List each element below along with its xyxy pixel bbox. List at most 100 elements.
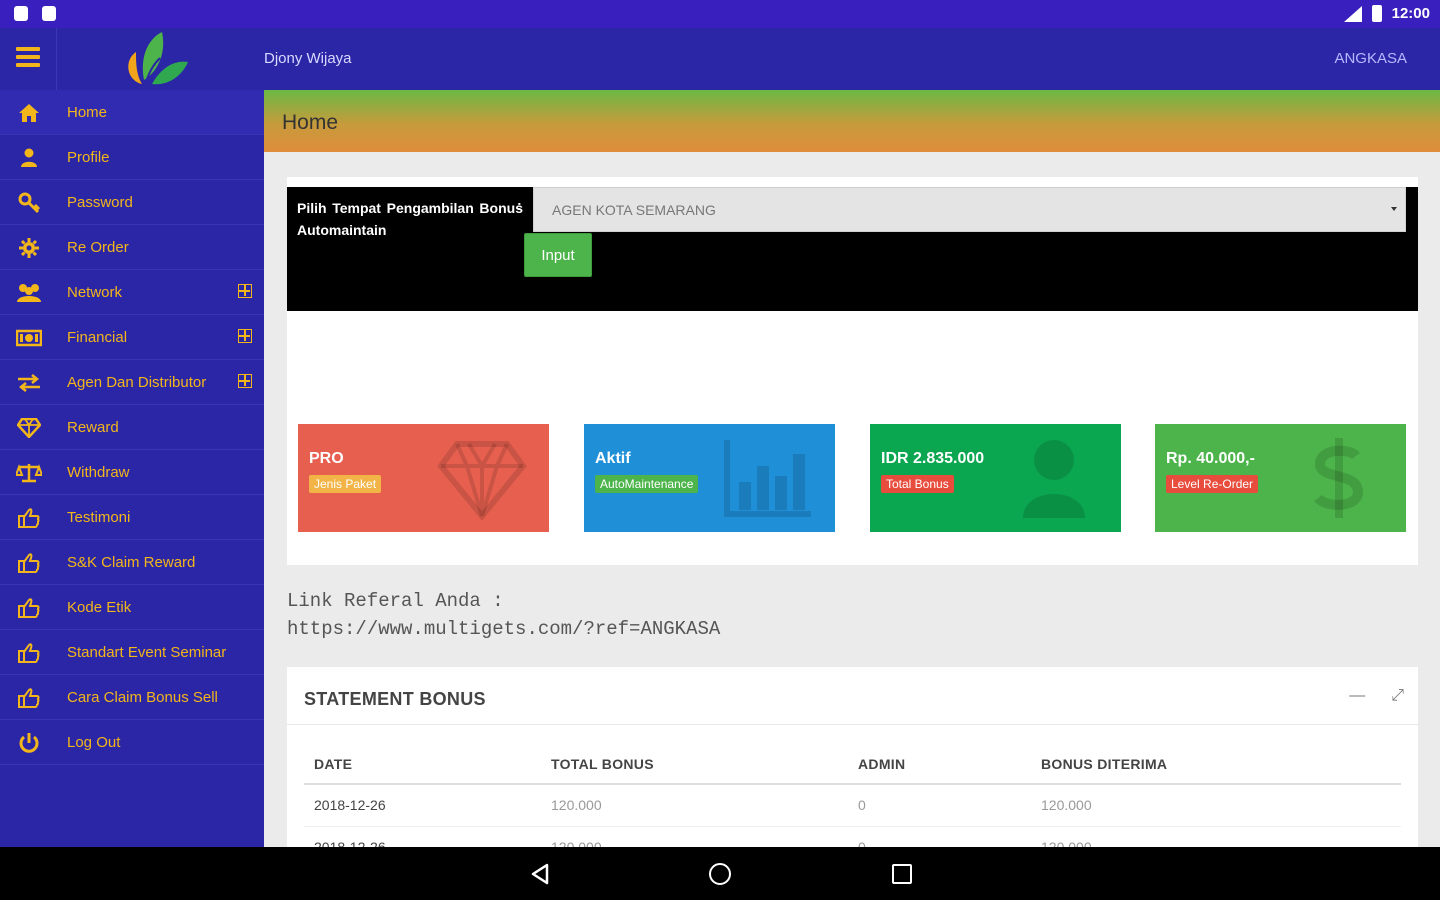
bar-chart-icon [724, 440, 811, 517]
sidebar-item-label: Withdraw [67, 464, 130, 481]
stat-box-level-reorder: Rp. 40.000,- Level Re-Order [1155, 424, 1406, 532]
hamburger-menu-icon[interactable] [16, 47, 40, 67]
exchange-icon [16, 371, 42, 395]
power-icon [16, 731, 42, 755]
key-icon [16, 191, 42, 215]
panel-divider [287, 724, 1418, 725]
sidebar-item-cara-claim-bonus-sell[interactable]: Cara Claim Bonus Sell [0, 675, 264, 720]
input-button[interactable]: Input [524, 233, 592, 277]
pickup-location-selected: AGEN KOTA SEMARANG [552, 202, 716, 218]
page-title: Home [282, 111, 339, 134]
cell-date: 2018-12-26 [304, 826, 541, 847]
sidebar-item-testimoni[interactable]: Testimoni [0, 495, 264, 540]
sidebar-item-profile[interactable]: Profile [0, 135, 264, 180]
page-header: Home [264, 90, 1440, 152]
cell-total-bonus: 120.000 [541, 826, 848, 847]
stat-badge: Level Re-Order [1166, 475, 1259, 493]
table-header-row: DATE TOTAL BONUS ADMIN BONUS DITERIMA [304, 744, 1401, 785]
android-nav-bar [0, 847, 1440, 900]
cell-total-bonus: 120.000 [541, 784, 848, 827]
sidebar-item-network[interactable]: Network [0, 270, 264, 315]
sidebar-item-re-order[interactable]: Re Order [0, 225, 264, 270]
gear-icon [16, 236, 42, 260]
sidebar-item-label: Log Out [67, 734, 121, 751]
sidebar-item-password[interactable]: Password [0, 180, 264, 225]
header-user-name: Djony Wijaya [264, 50, 352, 67]
diamond-icon [16, 416, 42, 440]
sidebar-item-log-out[interactable]: Log Out [0, 720, 264, 765]
home-icon [16, 101, 42, 125]
status-indicators: 12:00 [1343, 5, 1430, 22]
diamond-icon [437, 441, 527, 520]
column-header-admin: ADMIN [848, 744, 1031, 785]
sidebar-item-home[interactable]: Home [0, 90, 264, 135]
main-content: Home Pilih Tempat Pengambilan Bonus Auto… [264, 90, 1440, 847]
cell-bonus-diterima: 120.000 [1031, 784, 1401, 827]
sidebar-item-standart-event-seminar[interactable]: Standart Event Seminar [0, 630, 264, 675]
sidebar-item-label: Password [67, 194, 133, 211]
statement-bonus-title: STATEMENT BONUS [304, 689, 486, 709]
dashboard-card: Pilih Tempat Pengambilan Bonus Automaint… [287, 177, 1418, 565]
sidebar-item-label: Cara Claim Bonus Sell [67, 689, 218, 706]
column-header-total-bonus: TOTAL BONUS [541, 744, 848, 785]
stat-value: Aktif [595, 450, 631, 467]
money-icon [16, 326, 42, 350]
recent-apps-icon[interactable] [892, 864, 912, 884]
sidebar-item-label: Network [67, 284, 123, 301]
sidebar-item-label: Standart Event Seminar [67, 644, 227, 661]
status-bar: 12:00 [0, 0, 1440, 28]
user-icon [16, 146, 42, 170]
stat-box-package: PRO Jenis Paket [298, 424, 549, 532]
home-nav-icon[interactable] [709, 863, 731, 885]
sidebar-item-label: Home [67, 104, 108, 121]
sidebar-item-withdraw[interactable]: Withdraw [0, 450, 264, 495]
stat-badge: AutoMaintenance [595, 475, 699, 493]
pickup-location-label: Pilih Tempat Pengambilan Bonus Automaint… [297, 200, 523, 238]
sidebar-item-sk-claim-reward[interactable]: S&K Claim Reward [0, 540, 264, 585]
table-row: 2018-12-26 120.000 0 120.000 [304, 784, 1401, 827]
notification-icon [14, 6, 28, 21]
thumbs-up-icon [16, 551, 42, 575]
sidebar-item-financial[interactable]: Financial [0, 315, 264, 360]
stat-value: PRO [309, 450, 344, 467]
stat-badge: Jenis Paket [309, 475, 382, 493]
stat-box-automaintenance: Aktif AutoMaintenance [584, 424, 835, 532]
balance-scale-icon [16, 461, 42, 485]
back-icon[interactable] [530, 863, 550, 885]
expand-plus-icon[interactable] [238, 329, 252, 343]
statement-bonus-panel: STATEMENT BONUS — ⤢ DATE TOTAL BONUS ADM… [287, 667, 1418, 847]
referral-link-block: Link Referal Anda : https://www.multiget… [287, 587, 720, 643]
signal-icon [1343, 5, 1362, 22]
expand-plus-icon[interactable] [238, 374, 252, 388]
dollar-icon [1314, 438, 1364, 518]
cell-bonus-diterima: 120.000 [1031, 826, 1401, 847]
thumbs-up-icon [16, 686, 42, 710]
statement-bonus-table: DATE TOTAL BONUS ADMIN BONUS DITERIMA 20… [304, 744, 1401, 847]
sidebar-item-label: Reward [67, 419, 119, 436]
column-header-bonus-diterima: BONUS DITERIMA [1031, 744, 1401, 785]
expand-icon[interactable]: ⤢ [1391, 687, 1404, 705]
expand-plus-icon[interactable] [238, 284, 252, 298]
referral-url[interactable]: https://www.multigets.com/?ref=ANGKASA [287, 615, 720, 643]
stat-badge: Total Bonus [881, 475, 954, 493]
referral-label: Link Referal Anda : [287, 590, 504, 612]
caret-down-icon [1391, 207, 1397, 211]
sidebar-item-agen-dan-distributor[interactable]: Agen Dan Distributor [0, 360, 264, 405]
header-account-code[interactable]: ANGKASA [1334, 50, 1407, 67]
pickup-form-panel: Pilih Tempat Pengambilan Bonus Automaint… [287, 187, 1418, 311]
thumbs-up-icon [16, 506, 42, 530]
table-row: 2018-12-26 120.000 0 120.000 [304, 826, 1401, 847]
column-header-date: DATE [304, 744, 541, 785]
sidebar-item-reward[interactable]: Reward [0, 405, 264, 450]
cell-admin: 0 [848, 826, 1031, 847]
thumbs-up-icon [16, 641, 42, 665]
pickup-label-colon: : [517, 197, 522, 213]
pickup-location-select[interactable]: AGEN KOTA SEMARANG [533, 187, 1406, 232]
sidebar-item-label: Financial [67, 329, 128, 346]
cell-date: 2018-12-26 [304, 784, 541, 827]
panel-tools: — ⤢ [1349, 687, 1404, 705]
minimize-icon[interactable]: — [1349, 687, 1365, 705]
stat-value: Rp. 40.000,- [1166, 450, 1255, 467]
sidebar-item-label: Agen Dan Distributor [67, 374, 207, 391]
sidebar-item-kode-etik[interactable]: Kode Etik [0, 585, 264, 630]
